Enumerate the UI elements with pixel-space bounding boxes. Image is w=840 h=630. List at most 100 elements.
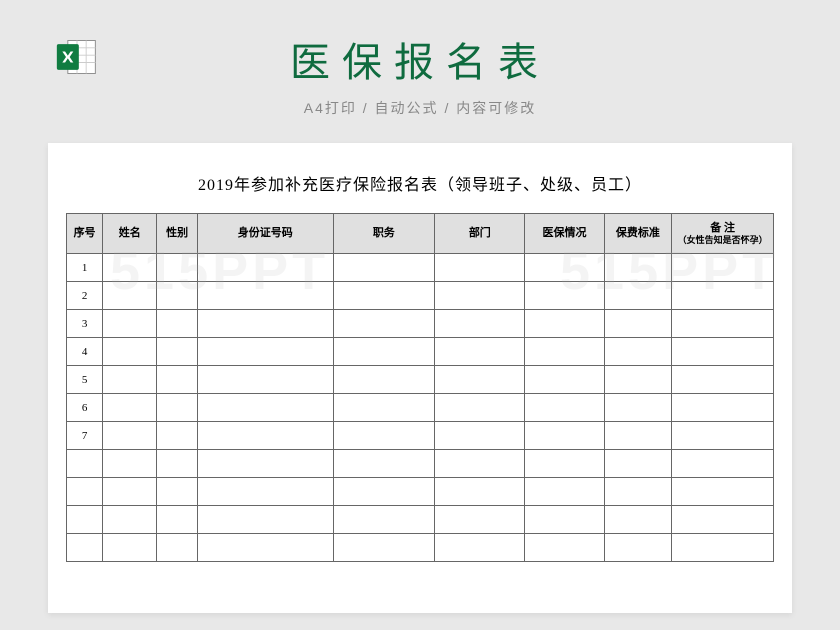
cell [604,534,672,562]
cell [604,506,672,534]
cell [103,338,157,366]
cell [435,338,525,366]
cell [157,534,198,562]
table-body: 1234567 [67,254,774,562]
cell [197,422,333,450]
col-dept: 部门 [435,214,525,254]
cell-seq [67,506,103,534]
cell-seq [67,534,103,562]
cell [525,422,604,450]
cell [435,254,525,282]
cell-seq: 5 [67,366,103,394]
cell [525,282,604,310]
cell [672,366,774,394]
col-seq: 序号 [67,214,103,254]
col-note: 备 注 （女性告知是否怀孕） [672,214,774,254]
cell [197,366,333,394]
cell [604,254,672,282]
cell [197,310,333,338]
cell [197,394,333,422]
table-row: 7 [67,422,774,450]
cell [333,282,435,310]
cell [435,282,525,310]
cell [103,478,157,506]
cell [525,394,604,422]
cell [672,534,774,562]
cell [103,310,157,338]
cell [435,450,525,478]
cell [157,450,198,478]
table-row: 1 [67,254,774,282]
sheet-title: 2019年参加补充医疗保险报名表（领导班子、处级、员工） [66,171,774,195]
cell [672,338,774,366]
cell [604,422,672,450]
cell [157,478,198,506]
table-row [67,506,774,534]
cell [333,506,435,534]
remark-main: 备 注 [710,222,735,234]
cell [103,506,157,534]
cell [604,366,672,394]
cell [333,478,435,506]
cell [672,506,774,534]
cell [103,254,157,282]
cell [157,394,198,422]
cell [435,422,525,450]
cell [435,366,525,394]
cell-seq [67,450,103,478]
cell [103,282,157,310]
cell-seq: 1 [67,254,103,282]
cell [604,310,672,338]
col-gender: 性别 [157,214,198,254]
cell [604,282,672,310]
cell-seq [67,478,103,506]
cell [333,450,435,478]
col-name: 姓名 [103,214,157,254]
cell [103,534,157,562]
cell [197,282,333,310]
cell [103,450,157,478]
cell [103,394,157,422]
cell [525,534,604,562]
insurance-table: 序号 姓名 性别 身份证号码 职务 部门 医保情况 保费标准 备 注 （女性告知… [66,213,774,562]
cell-seq: 7 [67,422,103,450]
cell [604,338,672,366]
cell [197,478,333,506]
cell [157,254,198,282]
cell [604,478,672,506]
cell [672,422,774,450]
cell [435,394,525,422]
table-row: 5 [67,366,774,394]
cell [103,366,157,394]
cell [197,450,333,478]
remark-sub: （女性告知是否怀孕） [674,235,771,246]
cell [672,478,774,506]
cell [197,534,333,562]
cell [333,310,435,338]
cell [435,534,525,562]
cell [604,394,672,422]
cell [157,338,198,366]
cell [525,338,604,366]
cell [333,394,435,422]
table-row [67,450,774,478]
table-row: 6 [67,394,774,422]
page-subtitle: A4打印 / 自动公式 / 内容可修改 [290,98,550,118]
cell [333,534,435,562]
cell [604,450,672,478]
excel-icon [55,35,99,79]
cell [197,254,333,282]
cell-seq: 6 [67,394,103,422]
col-fee: 保费标准 [604,214,672,254]
cell [157,282,198,310]
cell [435,310,525,338]
cell [525,366,604,394]
cell-seq: 3 [67,310,103,338]
spreadsheet-preview: 2019年参加补充医疗保险报名表（领导班子、处级、员工） 序号 姓名 性别 身份… [48,143,792,613]
cell [435,478,525,506]
cell [525,506,604,534]
cell [525,478,604,506]
cell [525,450,604,478]
table-header-row: 序号 姓名 性别 身份证号码 职务 部门 医保情况 保费标准 备 注 （女性告知… [67,214,774,254]
cell [333,338,435,366]
